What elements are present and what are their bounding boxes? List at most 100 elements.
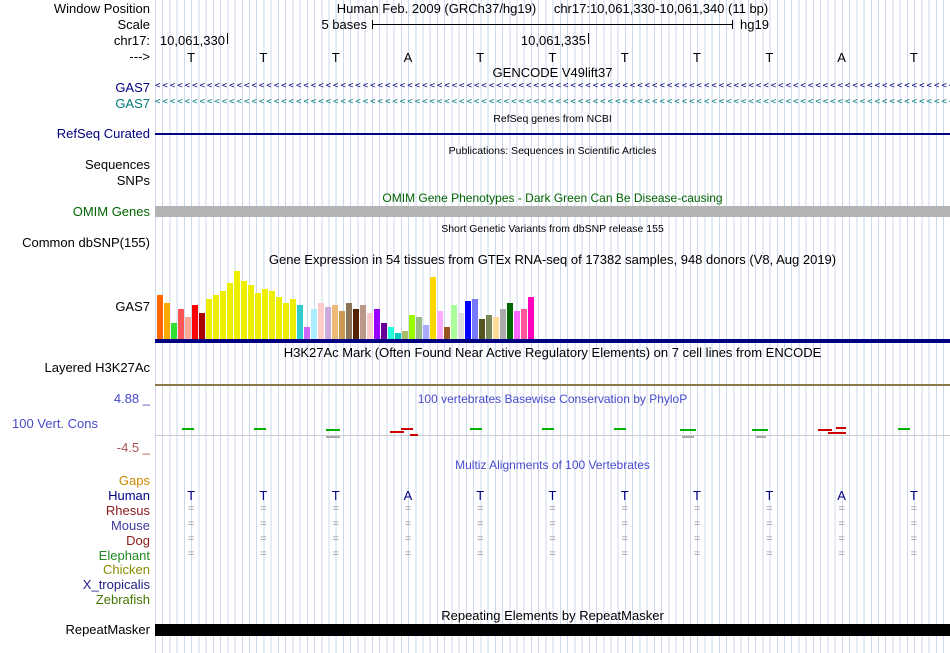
omim-gene-bar[interactable] — [155, 206, 950, 217]
multiz-alignment-gap-mark: = — [187, 533, 195, 545]
phylop-track-label[interactable]: 100 Vert. Cons — [12, 417, 98, 431]
gtex-expression-bar[interactable] — [486, 315, 492, 339]
gtex-expression-bar[interactable] — [304, 327, 310, 339]
multiz-species-label-chicken[interactable]: Chicken — [0, 562, 150, 577]
gtex-expression-bar[interactable] — [451, 305, 457, 339]
ruler-base-letter: T — [909, 50, 918, 65]
gencode-transcript-arrows[interactable]: <<<<<<<<<<<<<<<<<<<<<<<<<<<<<<<<<<<<<<<<… — [155, 97, 950, 109]
refseq-gene-line[interactable] — [155, 133, 950, 135]
h3k27ac-track-label[interactable]: Layered H3K27Ac — [0, 361, 150, 375]
multiz-alignment-gap-mark: = — [910, 548, 918, 560]
gtex-expression-bar[interactable] — [528, 297, 534, 339]
gtex-expression-bar[interactable] — [178, 309, 184, 339]
gencode-transcript-arrows[interactable]: <<<<<<<<<<<<<<<<<<<<<<<<<<<<<<<<<<<<<<<<… — [155, 81, 950, 93]
gtex-expression-bar[interactable] — [220, 291, 226, 339]
multiz-alignment-gap-mark: = — [549, 548, 556, 560]
gtex-gene-label[interactable]: GAS7 — [0, 300, 150, 314]
ruler-tick-label: 10,061,335 — [520, 33, 586, 48]
gtex-expression-bar[interactable] — [500, 309, 506, 339]
gtex-expression-bar[interactable] — [437, 311, 443, 339]
gtex-expression-bar[interactable] — [241, 281, 247, 339]
multiz-alignment-gap-mark: = — [260, 503, 267, 515]
gtex-expression-bar[interactable] — [521, 309, 527, 339]
gtex-expression-bar[interactable] — [276, 297, 282, 339]
gtex-expression-bar[interactable] — [255, 293, 261, 339]
repeatmasker-element-bar[interactable] — [155, 624, 950, 636]
gtex-expression-bar[interactable] — [346, 303, 352, 339]
multiz-species-label-zebrafish[interactable]: Zebrafish — [0, 592, 150, 607]
gtex-expression-bar[interactable] — [458, 313, 464, 339]
gtex-expression-bar[interactable] — [374, 309, 380, 339]
gtex-expression-bar[interactable] — [332, 305, 338, 339]
gtex-expression-bar[interactable] — [430, 277, 436, 339]
gtex-expression-bar[interactable] — [164, 303, 170, 339]
gencode-gene-label[interactable]: GAS7 — [0, 80, 150, 95]
gtex-expression-bar[interactable] — [381, 323, 387, 339]
multiz-species-label-elephant[interactable]: Elephant — [0, 548, 150, 563]
gtex-expression-bar[interactable] — [444, 327, 450, 339]
gtex-expression-bar[interactable] — [248, 285, 254, 339]
gtex-expression-bar[interactable] — [409, 315, 415, 339]
multiz-alignment-gap-mark: = — [477, 503, 484, 515]
gtex-expression-bar[interactable] — [423, 325, 429, 339]
gtex-expression-bar[interactable] — [185, 317, 191, 339]
ruler-base-letter: T — [476, 50, 485, 65]
multiz-alignment-gap-mark: = — [693, 503, 701, 515]
gencode-gene-label[interactable]: GAS7 — [0, 96, 150, 111]
phylop-conservation-mark — [410, 434, 418, 436]
publications-sequences-label[interactable]: Sequences — [0, 158, 150, 172]
assembly-name: Human Feb. 2009 (GRCh37/hg19) — [336, 1, 537, 16]
gtex-expression-bar[interactable] — [318, 303, 324, 339]
gtex-expression-bar[interactable] — [311, 309, 317, 339]
gtex-expression-bar[interactable] — [213, 295, 219, 339]
gtex-expression-bar[interactable] — [472, 299, 478, 339]
publications-snps-label[interactable]: SNPs — [0, 174, 150, 188]
gtex-expression-bar[interactable] — [339, 311, 345, 339]
multiz-aligned-base: T — [765, 488, 774, 503]
gtex-expression-bar[interactable] — [493, 317, 499, 339]
multiz-species-label-x_tropicalis[interactable]: X_tropicalis — [0, 577, 150, 592]
gtex-expression-bar[interactable] — [262, 289, 268, 339]
gtex-expression-bar[interactable] — [297, 305, 303, 339]
gtex-expression-bar[interactable] — [514, 311, 520, 339]
ruler-base-letter: T — [693, 50, 701, 65]
h3k27ac-signal-line[interactable] — [155, 384, 950, 386]
gtex-expression-bar[interactable] — [367, 313, 373, 339]
gtex-expression-bar[interactable] — [227, 283, 233, 339]
multiz-species-label-mouse[interactable]: Mouse — [0, 518, 150, 533]
gtex-gene-model-line[interactable] — [155, 339, 950, 343]
omim-genes-label[interactable]: OMIM Genes — [0, 205, 150, 219]
multiz-species-label-rhesus[interactable]: Rhesus — [0, 503, 150, 518]
gtex-expression-bar[interactable] — [157, 295, 163, 339]
gtex-expression-bar[interactable] — [479, 319, 485, 339]
gtex-expression-bar[interactable] — [465, 301, 471, 339]
phylop-conservation-mark — [898, 428, 910, 430]
gtex-expression-bar[interactable] — [416, 317, 422, 339]
refseq-curated-label[interactable]: RefSeq Curated — [0, 127, 150, 141]
phylop-conservation-mark — [326, 429, 340, 431]
multiz-species-label-human[interactable]: Human — [0, 488, 150, 503]
gtex-expression-bar[interactable] — [199, 313, 205, 339]
position-range: chr17:10,061,330-10,061,340 (11 bp) — [553, 1, 769, 16]
gtex-expression-bar[interactable] — [290, 299, 296, 339]
gtex-expression-bar[interactable] — [507, 303, 513, 339]
gtex-expression-bar[interactable] — [269, 291, 275, 339]
gtex-expression-bar[interactable] — [192, 305, 198, 339]
gtex-expression-bar[interactable] — [171, 323, 177, 339]
gtex-expression-bar[interactable] — [388, 327, 394, 339]
phylop-conservation-mark — [542, 428, 554, 430]
gtex-expression-bar[interactable] — [325, 307, 331, 339]
gtex-expression-bar[interactable] — [402, 331, 408, 339]
multiz-alignment-gap-mark: = — [549, 533, 556, 545]
gtex-expression-bar[interactable] — [283, 303, 289, 339]
multiz-alignment-gap-mark: = — [549, 503, 556, 515]
multiz-track-title: Multiz Alignments of 100 Vertebrates — [455, 458, 650, 472]
repeatmasker-track-label[interactable]: RepeatMasker — [0, 623, 150, 637]
gtex-expression-bar[interactable] — [206, 299, 212, 339]
gtex-expression-bar[interactable] — [234, 271, 240, 339]
multiz-species-label-dog[interactable]: Dog — [0, 533, 150, 548]
multiz-species-label-gaps[interactable]: Gaps — [0, 473, 150, 488]
gtex-expression-bar[interactable] — [353, 309, 359, 339]
dbsnp-track-label[interactable]: Common dbSNP(155) — [0, 236, 150, 250]
gtex-expression-bar[interactable] — [360, 305, 366, 339]
